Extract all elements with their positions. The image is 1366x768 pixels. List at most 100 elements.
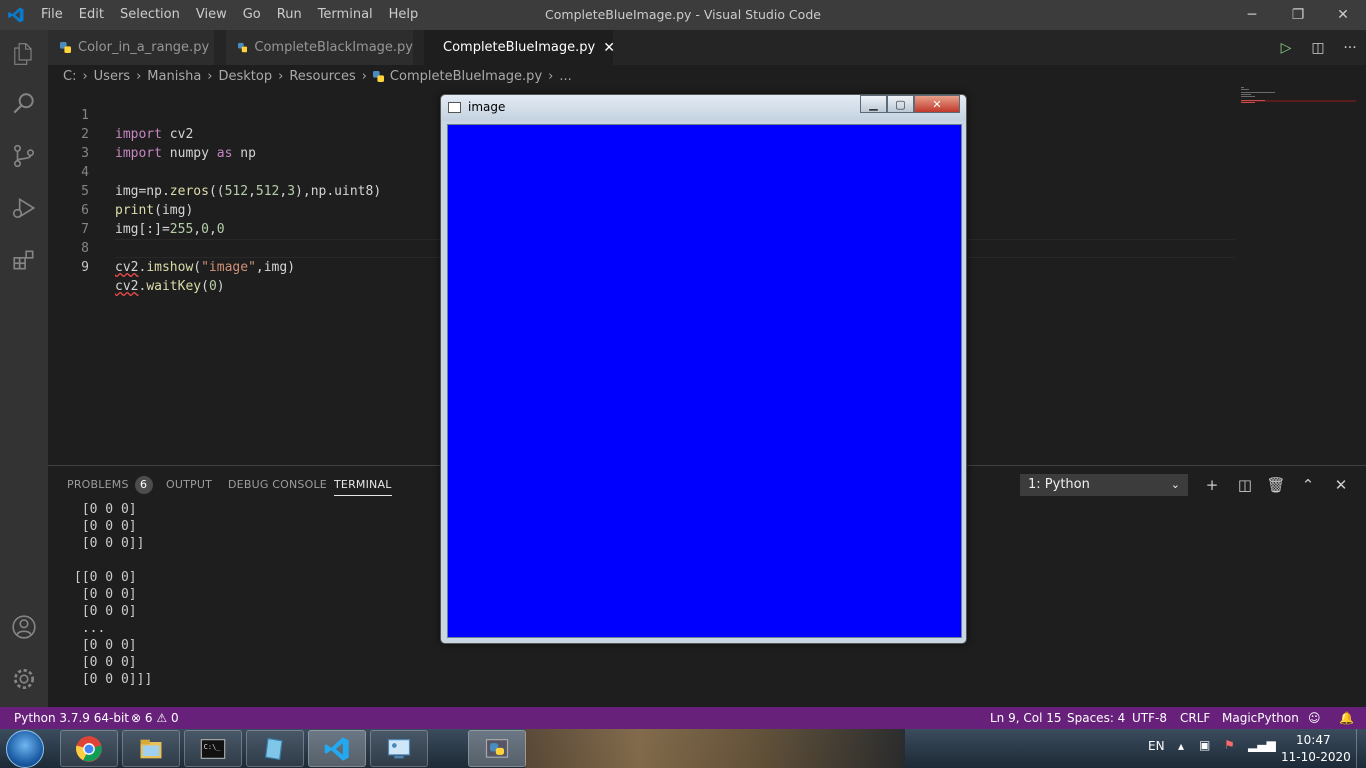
close-window-button[interactable]: ✕ bbox=[1320, 0, 1366, 30]
menu-go[interactable]: Go bbox=[235, 0, 269, 30]
terminal-select[interactable]: 1: Python ⌄ bbox=[1020, 474, 1188, 496]
windows-taskbar: C:\_ EN ▴ ▣ ⚑ ▂▄▆ 10:47 11-10-2020 bbox=[0, 729, 1366, 768]
more-actions-icon[interactable]: ··· bbox=[1334, 40, 1366, 56]
code-line: 5 print(img) bbox=[48, 163, 193, 218]
line-text: img=np.zeros((512,512,3),np.uint8) bbox=[115, 184, 382, 199]
feedback-icon[interactable]: ☺ bbox=[1308, 707, 1321, 729]
tab-complete-black-image[interactable]: CompleteBlackImage.py bbox=[226, 30, 414, 65]
breadcrumb-manisha[interactable]: Manisha bbox=[147, 69, 201, 84]
code-line: 6 img[:]=255,0,0 bbox=[48, 182, 224, 237]
python-interpreter[interactable]: Python 3.7.9 64-bit bbox=[14, 707, 129, 729]
chrome-taskbar-icon[interactable] bbox=[60, 730, 118, 767]
restore-button[interactable]: ❐ bbox=[1275, 0, 1321, 30]
breadcrumb-desktop[interactable]: Desktop bbox=[219, 69, 273, 84]
show-desktop-button[interactable] bbox=[1356, 729, 1366, 768]
tab-terminal[interactable]: TERMINAL bbox=[334, 478, 392, 496]
python-file-icon bbox=[60, 42, 71, 53]
image-maximize-button[interactable]: ▢ bbox=[887, 95, 914, 113]
menu-help[interactable]: Help bbox=[381, 0, 427, 30]
kill-terminal-icon[interactable]: 🗑 bbox=[1264, 474, 1288, 496]
code-line: 7 bbox=[48, 201, 95, 237]
chevron-right-icon: › bbox=[548, 68, 554, 84]
terminal-line: [0 0 0] bbox=[74, 502, 137, 517]
line-ending[interactable]: CRLF bbox=[1180, 707, 1210, 729]
tab-complete-blue-image[interactable]: CompleteBlueImage.py ✕ bbox=[424, 30, 615, 65]
minimize-button[interactable]: ─ bbox=[1229, 0, 1275, 30]
language-indicator[interactable]: EN bbox=[1148, 739, 1165, 753]
tab-label: CompleteBlackImage.py bbox=[254, 40, 413, 55]
encoding[interactable]: UTF-8 bbox=[1132, 707, 1167, 729]
indentation[interactable]: Spaces: 4 bbox=[1067, 707, 1125, 729]
editor-tabs: Color_in_a_range.py CompleteBlackImage.p… bbox=[48, 30, 1366, 65]
warning-count: 0 bbox=[170, 711, 179, 725]
extensions-icon[interactable] bbox=[0, 236, 48, 284]
menu-file[interactable]: File bbox=[33, 0, 71, 30]
image-minimize-button[interactable]: ▁ bbox=[860, 95, 887, 113]
vscode-taskbar-icon[interactable] bbox=[308, 730, 366, 767]
chevron-right-icon: › bbox=[82, 68, 88, 84]
tab-problems[interactable]: PROBLEMS 6 bbox=[67, 476, 153, 494]
image-window-title: image bbox=[468, 100, 506, 114]
chevron-right-icon: › bbox=[207, 68, 213, 84]
opencv-image-window[interactable]: image ▁ ▢ ✕ bbox=[440, 94, 967, 644]
split-editor-icon[interactable]: ◫ bbox=[1302, 40, 1334, 56]
menu-edit[interactable]: Edit bbox=[71, 0, 112, 30]
notepad-taskbar-icon[interactable] bbox=[246, 730, 304, 767]
network-signal-icon[interactable]: ▂▄▆ bbox=[1248, 738, 1276, 752]
start-button-icon[interactable] bbox=[6, 730, 44, 768]
line-number: 9 bbox=[81, 260, 89, 275]
minimap[interactable] bbox=[1241, 87, 1356, 107]
device-tray-icon[interactable]: ▣ bbox=[1199, 738, 1210, 752]
explorer-icon[interactable] bbox=[0, 30, 48, 78]
breadcrumb-drive[interactable]: C: bbox=[63, 69, 76, 84]
cmd-taskbar-icon[interactable]: C:\_ bbox=[184, 730, 242, 767]
breadcrumb-resources[interactable]: Resources bbox=[289, 69, 355, 84]
new-terminal-icon[interactable]: + bbox=[1200, 474, 1224, 496]
menu-view[interactable]: View bbox=[188, 0, 235, 30]
problems-status[interactable]: ⊗ 6 ⚠ 0 bbox=[131, 707, 179, 729]
tab-color-in-a-range[interactable]: Color_in_a_range.py bbox=[48, 30, 215, 65]
vscode-logo-icon bbox=[8, 7, 24, 23]
clock-time[interactable]: 10:47 bbox=[1296, 733, 1331, 747]
show-hidden-icons-icon[interactable]: ▴ bbox=[1178, 739, 1184, 753]
breadcrumb-users[interactable]: Users bbox=[94, 69, 130, 84]
maximize-panel-icon[interactable]: ⌃ bbox=[1296, 474, 1320, 496]
control-panel-taskbar-icon[interactable] bbox=[370, 730, 428, 767]
line-text: cv2.imshow("image",img) bbox=[115, 260, 296, 275]
search-icon[interactable] bbox=[0, 80, 48, 128]
chevron-right-icon: › bbox=[278, 68, 284, 84]
terminal-line: [0 0 0]]] bbox=[74, 672, 153, 687]
code-line: 2 import numpy as np bbox=[48, 106, 256, 161]
cursor-position[interactable]: Ln 9, Col 15 bbox=[990, 707, 1062, 729]
line-text: cv2.waitKey(0) bbox=[115, 279, 225, 294]
image-close-button[interactable]: ✕ bbox=[914, 95, 960, 113]
line-text: img[:]=255,0,0 bbox=[115, 222, 225, 237]
run-file-icon[interactable]: ▷ bbox=[1270, 40, 1302, 56]
error-icon: ⊗ bbox=[131, 711, 142, 725]
language-mode[interactable]: MagicPython bbox=[1222, 707, 1299, 729]
split-terminal-icon[interactable]: ◫ bbox=[1233, 474, 1257, 496]
breadcrumb-symbol[interactable]: ... bbox=[559, 69, 571, 84]
python-taskbar-icon[interactable] bbox=[468, 730, 526, 767]
menu-selection[interactable]: Selection bbox=[112, 0, 188, 30]
file-explorer-taskbar-icon[interactable] bbox=[122, 730, 180, 767]
close-tab-icon[interactable]: ✕ bbox=[603, 40, 615, 56]
tab-output[interactable]: OUTPUT bbox=[166, 478, 212, 491]
flag-tray-icon[interactable]: ⚑ bbox=[1224, 738, 1235, 752]
menu-terminal[interactable]: Terminal bbox=[310, 0, 381, 30]
clock-date[interactable]: 11-10-2020 bbox=[1281, 750, 1351, 764]
source-control-icon[interactable] bbox=[0, 132, 48, 180]
code-line: 4 img=np.zeros((512,512,3),np.uint8) bbox=[48, 144, 381, 199]
menu-run[interactable]: Run bbox=[269, 0, 310, 30]
accounts-icon[interactable] bbox=[0, 603, 48, 651]
terminal-select-value: 1: Python bbox=[1028, 477, 1090, 492]
settings-gear-icon[interactable] bbox=[0, 655, 48, 703]
close-panel-icon[interactable]: ✕ bbox=[1329, 474, 1353, 496]
breadcrumb-file[interactable]: CompleteBlueImage.py bbox=[390, 69, 542, 84]
run-debug-icon[interactable] bbox=[0, 184, 48, 232]
notifications-bell-icon[interactable]: 🔔 bbox=[1339, 707, 1354, 729]
image-window-titlebar[interactable]: image ▁ ▢ ✕ bbox=[441, 95, 966, 121]
line-text: import numpy as np bbox=[115, 146, 256, 161]
tab-debug-console[interactable]: DEBUG CONSOLE bbox=[228, 478, 327, 491]
editor-actions: ▷ ◫ ··· bbox=[1270, 30, 1366, 65]
